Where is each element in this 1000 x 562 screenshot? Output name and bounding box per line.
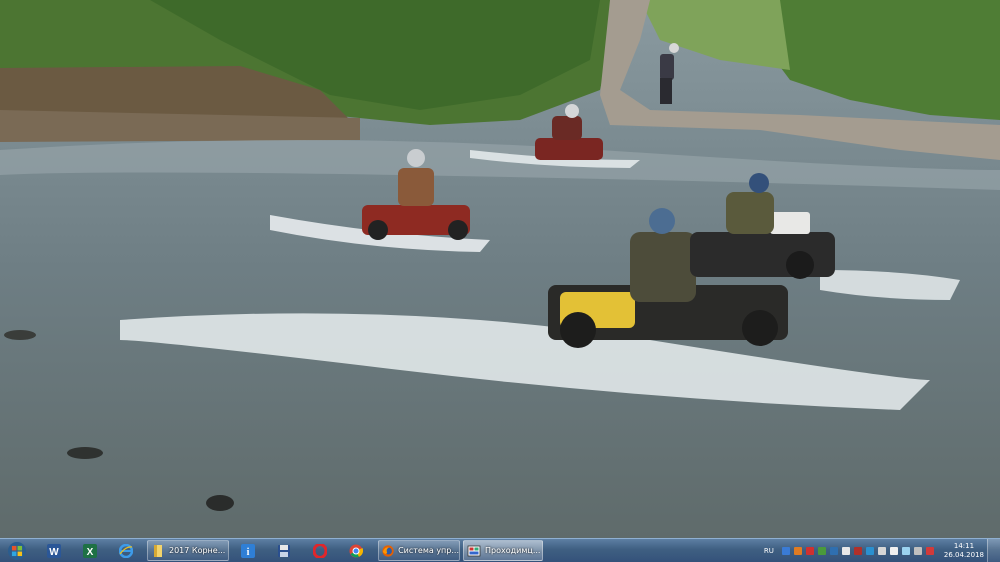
floppy-disk-icon xyxy=(278,544,290,557)
image-viewer-icon xyxy=(467,545,481,556)
dropbox-icon[interactable] xyxy=(865,546,874,555)
update-icon[interactable] xyxy=(817,546,826,555)
internet-explorer-icon xyxy=(119,543,133,558)
show-desktop-button[interactable] xyxy=(987,539,1000,562)
taskbar-window-label: Проходимц... xyxy=(485,546,541,555)
taskbar-window-label: Система упр... xyxy=(398,546,459,555)
volume-icon[interactable] xyxy=(889,546,898,555)
word-icon: W xyxy=(47,543,61,558)
atv-river-photo xyxy=(0,0,1000,538)
pen-icon[interactable] xyxy=(841,546,850,555)
start-button[interactable] xyxy=(2,540,32,561)
taskbar-window-folder[interactable]: 2017 Корне... xyxy=(147,540,229,561)
opera-icon xyxy=(313,543,327,558)
info-icon: i xyxy=(241,543,255,558)
clock-time: 14:11 xyxy=(953,541,975,550)
taskbar: W X 2017 Корне... i Система упр... Прохо… xyxy=(0,538,1000,562)
record-icon[interactable] xyxy=(853,546,862,555)
info-app-pinned-button[interactable]: i xyxy=(234,540,262,561)
svg-text:i: i xyxy=(247,547,250,558)
firefox-icon xyxy=(382,544,394,557)
action-center-icon[interactable] xyxy=(925,546,934,555)
system-tray: RU 14:11 26.04.2018 xyxy=(764,539,984,562)
folder-icon xyxy=(154,544,162,557)
bluetooth-icon[interactable] xyxy=(829,546,838,555)
taskbar-window-firefox[interactable]: Система упр... xyxy=(378,540,460,561)
windows-start-icon xyxy=(8,541,26,560)
chrome-pinned-button[interactable] xyxy=(342,540,370,561)
excel-pinned-button[interactable]: X xyxy=(76,540,104,561)
taskbar-window-label: 2017 Корне... xyxy=(169,546,226,555)
language-indicator[interactable]: RU xyxy=(764,547,774,555)
clock-date: 26.04.2018 xyxy=(943,550,984,559)
taskbar-window-image-viewer[interactable]: Проходимц... xyxy=(463,540,543,561)
app-tray-icon[interactable] xyxy=(805,546,814,555)
antivirus-icon[interactable] xyxy=(793,546,802,555)
internet-explorer-pinned-button[interactable] xyxy=(112,540,140,561)
svg-text:W: W xyxy=(49,547,59,558)
opera-pinned-button[interactable] xyxy=(306,540,334,561)
cloud-icon[interactable] xyxy=(781,546,790,555)
save-app-pinned-button[interactable] xyxy=(270,540,298,561)
chrome-icon xyxy=(349,544,363,557)
network-icon[interactable] xyxy=(901,546,910,555)
excel-icon: X xyxy=(83,543,97,558)
clock[interactable]: 14:11 26.04.2018 xyxy=(944,542,984,560)
word-pinned-button[interactable]: W xyxy=(40,540,68,561)
power-icon[interactable] xyxy=(913,546,922,555)
desktop-wallpaper xyxy=(0,0,1000,538)
svg-text:X: X xyxy=(87,547,94,558)
windows-flag-icon[interactable] xyxy=(877,546,886,555)
